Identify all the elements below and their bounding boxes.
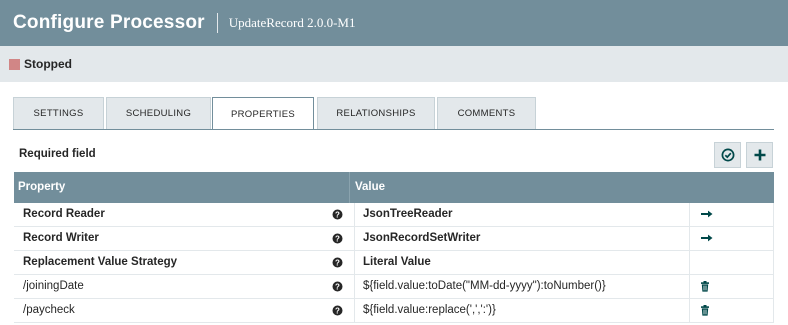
table-row[interactable]: Record Reader ? JsonTreeReader [14,203,774,227]
help-icon[interactable]: ? [332,305,343,316]
table-header: Property Value [14,172,774,203]
cell-divider [354,203,355,227]
cell-divider [773,251,774,275]
cell-divider [689,275,690,299]
properties-table: Property Value Record Reader ? JsonTreeR… [14,172,774,323]
dialog-title: Configure Processor [13,12,205,33]
tab-scheduling[interactable]: SCHEDULING [106,97,211,129]
cell-divider [354,275,355,299]
cell-divider [689,299,690,323]
column-header-property: Property [18,181,66,193]
property-name: /paycheck [23,304,75,316]
tab-comments[interactable]: COMMENTS [437,97,536,129]
verify-properties-button[interactable] [714,142,741,168]
tab-relationships[interactable]: RELATIONSHIPS [317,97,435,129]
cell-divider [354,227,355,251]
svg-text:?: ? [335,307,340,316]
cell-divider [689,203,690,227]
cell-divider [773,227,774,251]
processor-type: UpdateRecord 2.0.0-M1 [228,15,356,30]
help-icon[interactable]: ? [332,257,343,268]
plus-icon [754,149,765,161]
cell-divider [354,251,355,275]
property-value[interactable]: Literal Value [363,256,431,268]
stopped-icon [9,58,20,70]
property-value[interactable]: ${field.value:toDate("MM-dd-yyyy"):toNum… [363,280,606,292]
status-bar: Stopped [0,46,788,82]
column-header-value: Value [355,181,386,193]
trash-icon[interactable] [700,281,710,292]
check-circle-icon [721,148,734,162]
property-value[interactable]: JsonTreeReader [363,208,453,220]
header-divider [216,13,218,33]
column-divider [349,172,350,203]
cell-divider [354,299,355,323]
help-icon[interactable]: ? [332,209,343,220]
tab-properties[interactable]: PROPERTIES [212,97,314,130]
dialog-header: Configure Processor UpdateRecord 2.0.0-M… [0,0,788,46]
property-name: Replacement Value Strategy [23,256,178,268]
cell-divider [689,251,690,275]
table-row[interactable]: Replacement Value Strategy ? Literal Val… [14,251,774,275]
trash-icon[interactable] [700,305,710,316]
cell-divider [773,203,774,227]
tab-underline [13,129,774,130]
property-name: Record Reader [23,208,105,220]
table-row[interactable]: Record Writer ? JsonRecordSetWriter [14,227,774,251]
status-label: Stopped [24,57,72,71]
cell-divider [689,227,690,251]
arrow-right-icon[interactable] [700,209,714,219]
help-icon[interactable]: ? [332,233,343,244]
help-icon[interactable]: ? [332,281,343,292]
property-value[interactable]: ${field.value:replace(',',':')} [363,304,496,316]
table-row[interactable]: /joiningDate ? ${field.value:toDate("MM-… [14,275,774,299]
svg-text:?: ? [335,283,340,292]
add-property-button[interactable] [746,142,773,168]
table-row[interactable]: /paycheck ? ${field.value:replace(',',':… [14,299,774,323]
svg-text:?: ? [335,211,340,220]
svg-text:?: ? [335,235,340,244]
property-name: Record Writer [23,232,99,244]
property-value[interactable]: JsonRecordSetWriter [363,232,480,244]
svg-text:?: ? [335,259,340,268]
property-name: /joiningDate [23,280,84,292]
cell-divider [773,299,774,323]
arrow-right-icon[interactable] [700,233,714,243]
cell-divider [773,275,774,299]
tab-settings[interactable]: SETTINGS [13,97,104,129]
required-field-label: Required field [19,148,96,160]
